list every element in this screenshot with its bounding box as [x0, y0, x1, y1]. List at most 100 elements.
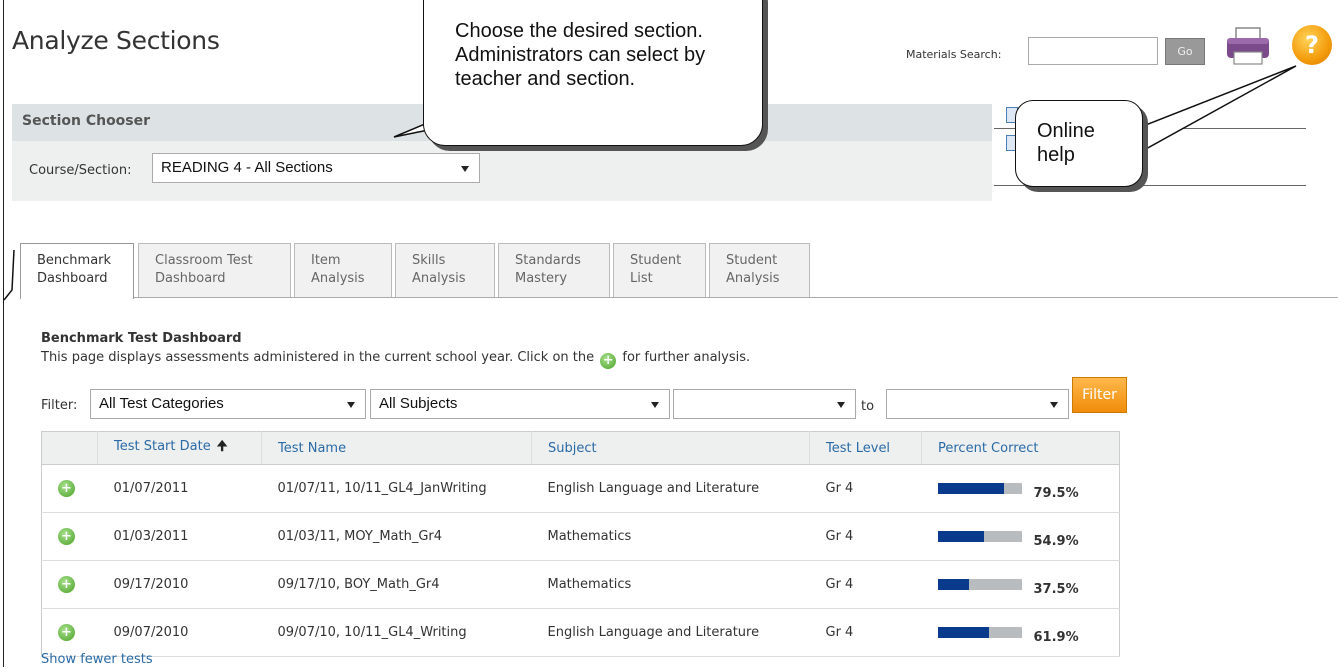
percent-value: 61.9% — [1033, 630, 1079, 645]
tab-label: Analysis — [412, 271, 466, 286]
tab-item-analysis[interactable]: Item Analysis — [294, 243, 392, 297]
tab-label: Student — [630, 253, 682, 268]
percent-bar-fill — [937, 483, 1005, 494]
tab-standards-mastery[interactable]: Standards Mastery — [498, 243, 610, 297]
to-label: to — [861, 399, 875, 414]
tab-skills-analysis[interactable]: Skills Analysis — [395, 243, 495, 297]
column-header-subject[interactable]: Subject — [531, 431, 810, 465]
percent-bar — [937, 579, 1022, 590]
expand-cell: + — [41, 512, 98, 561]
chevron-down-icon — [837, 402, 845, 408]
expand-plus-icon[interactable]: + — [58, 480, 75, 497]
description-text: for further analysis. — [622, 350, 751, 365]
column-header-test-level[interactable]: Test Level — [809, 431, 922, 465]
tab-label: Analysis — [311, 271, 365, 286]
tab-label: Mastery — [515, 271, 568, 286]
percent-correct-cell: 79.5% — [921, 464, 1120, 513]
tab-label: Standards — [515, 253, 581, 268]
tab-benchmark-dashboard[interactable]: Benchmark Dashboard — [20, 243, 134, 299]
tab-label: Classroom Test — [155, 253, 253, 268]
test-level: Gr 4 — [809, 608, 922, 657]
expand-column-header — [41, 431, 98, 465]
course-section-value: READING 4 - All Sections — [161, 159, 333, 176]
percent-value: 79.5% — [1033, 486, 1079, 501]
tab-student-analysis[interactable]: Student Analysis — [709, 243, 810, 297]
percent-bar-fill — [937, 531, 984, 542]
date-to-select[interactable] — [886, 389, 1069, 419]
callout-fragment — [3, 250, 15, 301]
test-start-date: 01/07/2011 — [97, 464, 262, 513]
test-name: 09/07/10, 10/11_GL4_Writing — [261, 608, 532, 657]
percent-bar — [937, 531, 1022, 542]
tab-student-list[interactable]: Student List — [613, 243, 706, 297]
table-header-row: Test Start Date 🠉 Test Name Subject Test … — [41, 431, 1120, 465]
section-callout-text: Choose the desired section. Administrato… — [455, 20, 706, 90]
tab-label: Benchmark — [37, 253, 112, 268]
materials-search-label: Materials Search: — [906, 48, 1002, 61]
percent-correct-cell: 61.9% — [921, 608, 1120, 657]
table-row: + 01/03/2011 01/03/11, MOY_Math_Gr4 Math… — [41, 512, 1120, 561]
sort-up-arrow-icon: 🠉 — [216, 439, 228, 454]
table-row: + 09/07/2010 09/07/10, 10/11_GL4_Writing… — [41, 608, 1120, 657]
percent-value: 37.5% — [1033, 582, 1079, 597]
dashboard-title: Benchmark Test Dashboard — [41, 331, 242, 346]
percent-value: 54.9% — [1033, 534, 1079, 549]
expand-cell: + — [41, 608, 98, 657]
test-category-select[interactable]: All Test Categories — [90, 389, 366, 419]
expand-cell: + — [41, 464, 98, 513]
percent-bar-fill — [937, 579, 969, 590]
test-name: 01/07/11, 10/11_GL4_JanWriting — [261, 464, 532, 513]
test-start-date: 09/17/2010 — [97, 560, 262, 609]
tab-classroom-test-dashboard[interactable]: Classroom Test Dashboard — [138, 243, 291, 297]
chevron-down-icon — [347, 402, 355, 408]
show-fewer-tests-link[interactable]: Show fewer tests — [41, 652, 153, 667]
percent-bar-fill — [937, 627, 990, 638]
dashboard-description: This page displays assessments administe… — [41, 350, 750, 369]
description-text: This page displays assessments administe… — [41, 350, 595, 365]
filter-button[interactable]: Filter — [1072, 377, 1127, 413]
chevron-down-icon — [461, 166, 469, 172]
test-subject: Mathematics — [531, 560, 810, 609]
percent-bar — [937, 483, 1022, 494]
tests-table: Test Start Date 🠉 Test Name Subject Test … — [41, 431, 1120, 657]
test-level: Gr 4 — [809, 512, 922, 561]
test-name: 09/17/10, BOY_Math_Gr4 — [261, 560, 532, 609]
tab-label: Skills — [412, 253, 446, 268]
expand-plus-icon[interactable]: + — [58, 576, 75, 593]
percent-correct-cell: 37.5% — [921, 560, 1120, 609]
test-level: Gr 4 — [809, 464, 922, 513]
percent-correct-cell: 54.9% — [921, 512, 1120, 561]
test-subject: Mathematics — [531, 512, 810, 561]
table-row: + 01/07/2011 01/07/11, 10/11_GL4_JanWrit… — [41, 464, 1120, 513]
tab-label: Student — [726, 253, 778, 268]
date-from-select[interactable] — [673, 389, 856, 419]
tab-label: List — [630, 271, 653, 286]
tab-baseline — [130, 297, 1338, 298]
table-row: + 09/17/2010 09/17/10, BOY_Math_Gr4 Math… — [41, 560, 1120, 609]
column-header-percent-correct[interactable]: Percent Correct — [921, 431, 1120, 465]
test-start-date: 01/03/2011 — [97, 512, 262, 561]
column-header-test-start-date[interactable]: Test Start Date 🠉 — [97, 431, 262, 465]
tab-label: Item — [311, 253, 341, 268]
tab-label: Dashboard — [155, 271, 226, 286]
help-callout-text: Online help — [1037, 120, 1095, 166]
test-category-value: All Test Categories — [99, 395, 224, 412]
expand-plus-icon[interactable]: + — [58, 528, 75, 545]
expand-plus-icon[interactable]: + — [58, 624, 75, 641]
expand-cell: + — [41, 560, 98, 609]
column-header-test-name[interactable]: Test Name — [261, 431, 532, 465]
subject-select[interactable]: All Subjects — [370, 389, 670, 419]
help-callout: Online help — [1015, 100, 1143, 187]
test-start-date: 09/07/2010 — [97, 608, 262, 657]
filter-label: Filter: — [41, 398, 78, 413]
plus-icon: + — [600, 353, 617, 369]
section-callout: Choose the desired section. Administrato… — [423, 0, 763, 146]
tab-label: Dashboard — [37, 271, 108, 286]
test-level: Gr 4 — [809, 560, 922, 609]
subject-value: All Subjects — [379, 395, 458, 412]
tab-label: Analysis — [726, 271, 780, 286]
course-section-select[interactable]: READING 4 - All Sections — [152, 153, 480, 183]
percent-bar — [937, 627, 1022, 638]
chevron-down-icon — [651, 402, 659, 408]
test-name: 01/03/11, MOY_Math_Gr4 — [261, 512, 532, 561]
